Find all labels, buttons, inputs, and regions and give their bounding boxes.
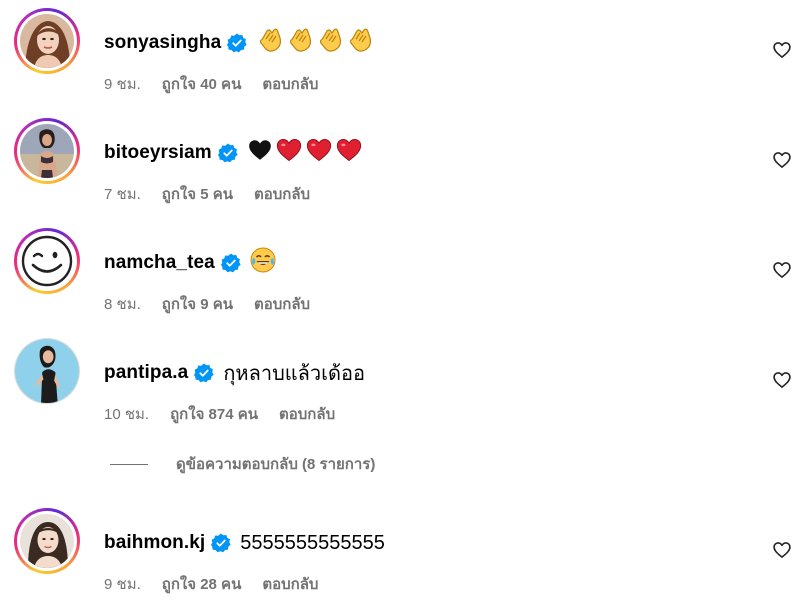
comment-timestamp[interactable]: 10 ชม. bbox=[104, 402, 149, 426]
avatar[interactable] bbox=[14, 228, 80, 294]
verified-badge-icon bbox=[220, 253, 241, 273]
comment-like-count[interactable]: ถูกใจ 40 คน bbox=[162, 72, 242, 96]
verified-badge-icon bbox=[217, 143, 238, 163]
black-heart-icon bbox=[247, 137, 273, 169]
reply-button[interactable]: ตอบกลับ bbox=[262, 72, 318, 96]
clapping-hands-icon bbox=[286, 26, 314, 60]
comment-text: 5555555555555 bbox=[240, 531, 385, 554]
reply-button[interactable]: ตอบกลับ bbox=[254, 292, 310, 316]
clapping-hands-icon bbox=[316, 26, 344, 60]
reply-button[interactable]: ตอบกลับ bbox=[279, 402, 335, 426]
comment-item: baihmon.kj 5555555555555 9 ชม. ถูกใจ 28 … bbox=[0, 508, 800, 598]
heart-outline-icon[interactable] bbox=[772, 40, 792, 60]
verified-badge-icon bbox=[227, 33, 247, 53]
red-heart-icon bbox=[305, 136, 333, 170]
heart-outline-icon[interactable] bbox=[772, 370, 792, 390]
comment-item: namcha_tea 8 ชม. ถูกใจ 9 คน ตอบกลับ bbox=[0, 228, 800, 318]
comment-item: pantipa.a กุหลาบแล้วเด้ออ 10 ชม. ถูกใจ 8… bbox=[0, 338, 800, 428]
comment-username[interactable]: pantipa.a bbox=[104, 362, 188, 384]
verified-badge-icon bbox=[194, 363, 214, 383]
reply-button[interactable]: ตอบกลับ bbox=[262, 572, 318, 596]
view-replies-label: ดูข้อความตอบกลับ (8 รายการ) bbox=[176, 456, 376, 473]
comment-username[interactable]: namcha_tea bbox=[104, 252, 215, 274]
comment-timestamp[interactable]: 9 ชม. bbox=[104, 572, 141, 596]
red-heart-icon bbox=[275, 136, 303, 170]
clapping-hands-icon bbox=[256, 26, 284, 60]
joy-face-icon bbox=[250, 247, 276, 279]
comment-like-count[interactable]: ถูกใจ 874 คน bbox=[170, 402, 258, 426]
heart-outline-icon[interactable] bbox=[772, 260, 792, 280]
comment-text bbox=[250, 247, 278, 279]
avatar[interactable] bbox=[14, 118, 80, 184]
comment-item: sonyasingha 9 ชม. ถูกใจ 40 คน ตอบกลับ bbox=[0, 8, 800, 98]
avatar-photo bbox=[20, 514, 74, 568]
comment-like-count[interactable]: ถูกใจ 28 คน bbox=[162, 572, 242, 596]
comment-timestamp[interactable]: 8 ชม. bbox=[104, 292, 141, 316]
comments-list: sonyasingha 9 ชม. ถูกใจ 40 คน ตอบกลับ bi… bbox=[0, 0, 800, 609]
avatar-photo bbox=[20, 14, 74, 68]
comment-username[interactable]: bitoeyrsiam bbox=[104, 142, 212, 164]
comment-text: กุหลาบแล้วเด้ออ bbox=[223, 363, 366, 385]
heart-outline-icon[interactable] bbox=[772, 150, 792, 170]
verified-badge-icon bbox=[211, 533, 231, 553]
comment-timestamp[interactable]: 9 ชม. bbox=[104, 72, 141, 96]
avatar-photo bbox=[20, 234, 74, 288]
view-replies-divider bbox=[110, 463, 148, 465]
comment-item: bitoeyrsiam 7 ชม. ถูกใจ 5 คน ตอบกลับ bbox=[0, 118, 800, 208]
reply-button[interactable]: ตอบกลับ bbox=[254, 182, 310, 206]
comment-like-count[interactable]: ถูกใจ 9 คน bbox=[162, 292, 233, 316]
avatar[interactable] bbox=[14, 508, 80, 574]
comment-like-count[interactable]: ถูกใจ 5 คน bbox=[162, 182, 233, 206]
avatar-photo bbox=[15, 339, 79, 403]
clapping-hands-icon bbox=[346, 26, 374, 60]
avatar-photo bbox=[20, 124, 74, 178]
comment-username[interactable]: baihmon.kj bbox=[104, 532, 205, 554]
heart-outline-icon[interactable] bbox=[772, 540, 792, 560]
view-replies-button[interactable]: ดูข้อความตอบกลับ (8 รายการ) bbox=[110, 452, 375, 476]
avatar[interactable] bbox=[14, 8, 80, 74]
comment-text bbox=[256, 26, 376, 60]
comment-timestamp[interactable]: 7 ชม. bbox=[104, 182, 141, 206]
red-heart-icon bbox=[335, 136, 363, 170]
avatar[interactable] bbox=[14, 338, 80, 404]
comment-username[interactable]: sonyasingha bbox=[104, 32, 221, 54]
comment-text bbox=[247, 136, 365, 170]
